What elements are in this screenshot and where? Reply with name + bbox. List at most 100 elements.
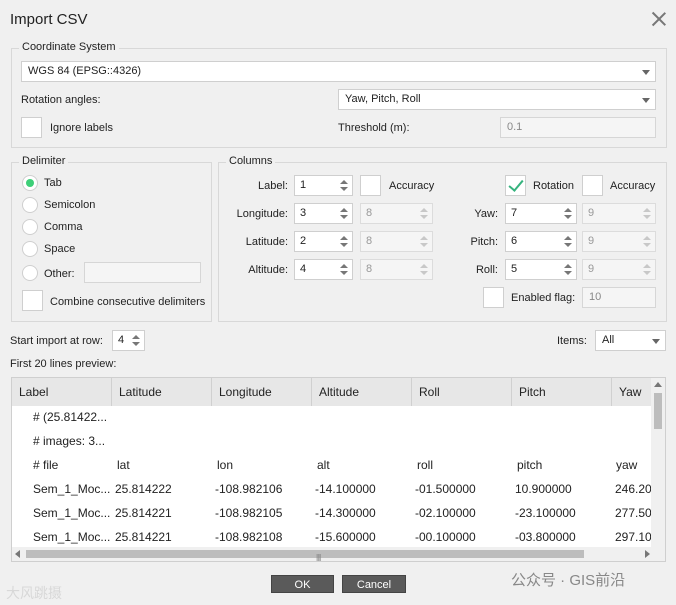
spin-up-icon[interactable] bbox=[340, 264, 348, 268]
table-cell: # images: 3... bbox=[33, 434, 106, 448]
horizontal-scroll-thumb[interactable]: |||| bbox=[26, 550, 584, 561]
delimiter-comma-radio[interactable] bbox=[22, 219, 38, 235]
spin-down-icon[interactable] bbox=[340, 271, 348, 275]
spin-up-icon[interactable] bbox=[132, 335, 140, 339]
enabled-flag-label: Enabled flag: bbox=[511, 292, 576, 304]
horizontal-scrollbar[interactable]: |||| bbox=[12, 547, 653, 561]
preview-table[interactable]: Label Latitude Longitude Altitude Roll P… bbox=[11, 377, 666, 562]
ok-button[interactable]: OK bbox=[271, 575, 334, 593]
items-select[interactable]: All bbox=[595, 330, 666, 351]
accuracy-checkbox-right[interactable] bbox=[582, 175, 603, 196]
column-header-altitude[interactable]: Altitude bbox=[312, 378, 412, 406]
enabled-flag-checkbox[interactable] bbox=[483, 287, 504, 308]
yaw-column-spinbox[interactable]: 7 bbox=[505, 203, 577, 224]
delimiter-semicolon-radio[interactable] bbox=[22, 197, 38, 213]
spin-up-icon[interactable] bbox=[340, 208, 348, 212]
spin-down-icon[interactable] bbox=[564, 215, 572, 219]
column-header-roll[interactable]: Roll bbox=[412, 378, 512, 406]
items-label: Items: bbox=[557, 335, 587, 347]
rotation-checkbox[interactable] bbox=[505, 175, 526, 196]
yaw-accuracy-value: 9 bbox=[588, 207, 595, 219]
grip-icon: |||| bbox=[316, 553, 321, 562]
table-row[interactable]: Sem_1_Moc... 25.814222 -108.982106 -14.1… bbox=[12, 478, 652, 502]
pitch-column-spinbox[interactable]: 6 bbox=[505, 231, 577, 252]
scroll-left-icon[interactable] bbox=[15, 550, 20, 558]
threshold-field[interactable]: 0.1 bbox=[500, 117, 656, 138]
table-cell: yaw bbox=[616, 458, 638, 472]
delimiter-other-radio[interactable] bbox=[22, 265, 38, 281]
scroll-right-icon[interactable] bbox=[645, 550, 650, 558]
spin-up-icon bbox=[643, 236, 651, 240]
items-value: All bbox=[602, 334, 615, 346]
delimiter-space-label: Space bbox=[44, 243, 76, 255]
table-cell: Sem_1_Moc... bbox=[33, 506, 111, 520]
longitude-column-spinbox[interactable]: 3 bbox=[294, 203, 353, 224]
spin-up-icon[interactable] bbox=[340, 236, 348, 240]
column-header-yaw[interactable]: Yaw bbox=[612, 378, 652, 406]
cancel-button[interactable]: Cancel bbox=[342, 575, 406, 593]
table-row[interactable]: # file lat lon alt roll pitch yaw bbox=[12, 454, 652, 478]
longitude-accuracy-value: 8 bbox=[366, 207, 373, 219]
delimiter-tab-radio[interactable] bbox=[22, 175, 38, 191]
scroll-up-icon[interactable] bbox=[654, 382, 662, 387]
spin-down-icon[interactable] bbox=[564, 243, 572, 247]
ignore-labels-checkbox[interactable] bbox=[21, 117, 42, 138]
spin-up-icon[interactable] bbox=[564, 208, 572, 212]
column-header-label[interactable]: Label bbox=[12, 378, 112, 406]
spin-down-icon bbox=[643, 215, 651, 219]
column-header-longitude[interactable]: Longitude bbox=[212, 378, 312, 406]
spin-up-icon bbox=[420, 236, 428, 240]
rotation-angles-select[interactable]: Yaw, Pitch, Roll bbox=[338, 89, 656, 110]
pitch-column-value: 6 bbox=[511, 235, 518, 247]
altitude-column-value: 4 bbox=[300, 263, 307, 275]
roll-column-spinbox[interactable]: 5 bbox=[505, 259, 577, 280]
table-row[interactable]: # images: 3... bbox=[12, 430, 652, 454]
spin-up-icon[interactable] bbox=[340, 180, 348, 184]
spin-down-icon[interactable] bbox=[340, 243, 348, 247]
column-header-latitude[interactable]: Latitude bbox=[112, 378, 212, 406]
spin-down-icon[interactable] bbox=[340, 215, 348, 219]
combine-delimiters-checkbox[interactable] bbox=[22, 290, 43, 311]
spin-down-icon bbox=[420, 271, 428, 275]
pitch-column-label: Pitch: bbox=[470, 236, 498, 248]
table-cell: roll bbox=[417, 458, 434, 472]
table-cell: 277.500 bbox=[615, 506, 652, 520]
altitude-accuracy-spinbox[interactable]: 8 bbox=[360, 259, 433, 280]
label-column-spinbox[interactable]: 1 bbox=[294, 175, 353, 196]
spin-down-icon[interactable] bbox=[132, 342, 140, 346]
yaw-column-label: Yaw: bbox=[474, 208, 498, 220]
table-cell: # (25.81422... bbox=[33, 410, 108, 424]
start-row-spinbox[interactable]: 4 bbox=[112, 330, 145, 351]
enabled-flag-field[interactable]: 10 bbox=[582, 287, 656, 308]
rotation-angles-label: Rotation angles: bbox=[21, 94, 101, 106]
delimiter-other-field[interactable] bbox=[84, 262, 201, 283]
spin-up-icon[interactable] bbox=[564, 236, 572, 240]
spin-up-icon[interactable] bbox=[564, 264, 572, 268]
table-cell: lat bbox=[117, 458, 130, 472]
delimiter-space-radio[interactable] bbox=[22, 241, 38, 257]
vertical-scroll-thumb[interactable] bbox=[654, 393, 662, 429]
latitude-column-spinbox[interactable]: 2 bbox=[294, 231, 353, 252]
spin-up-icon bbox=[420, 264, 428, 268]
column-header-pitch[interactable]: Pitch bbox=[512, 378, 612, 406]
pitch-accuracy-spinbox[interactable]: 9 bbox=[582, 231, 656, 252]
table-cell: 25.814221 bbox=[115, 530, 172, 544]
table-row[interactable]: Sem_1_Moc... 25.814221 -108.982105 -14.3… bbox=[12, 502, 652, 526]
coordinate-system-select[interactable]: WGS 84 (EPSG::4326) bbox=[21, 61, 656, 82]
roll-accuracy-spinbox[interactable]: 9 bbox=[582, 259, 656, 280]
latitude-column-label: Latitude: bbox=[245, 236, 288, 248]
yaw-accuracy-spinbox[interactable]: 9 bbox=[582, 203, 656, 224]
vertical-scrollbar[interactable] bbox=[651, 378, 665, 548]
table-row[interactable]: # (25.81422... bbox=[12, 406, 652, 430]
close-icon[interactable] bbox=[650, 10, 668, 28]
table-cell: -15.600000 bbox=[315, 530, 376, 544]
accuracy-checkbox-left[interactable] bbox=[360, 175, 381, 196]
watermark-right: 公众号 · GIS前沿 bbox=[511, 572, 626, 589]
spin-down-icon[interactable] bbox=[340, 187, 348, 191]
longitude-accuracy-spinbox[interactable]: 8 bbox=[360, 203, 433, 224]
spin-down-icon[interactable] bbox=[564, 271, 572, 275]
latitude-accuracy-spinbox[interactable]: 8 bbox=[360, 231, 433, 252]
dialog-title: Import CSV bbox=[10, 11, 88, 28]
table-cell: # file bbox=[33, 458, 59, 472]
altitude-column-spinbox[interactable]: 4 bbox=[294, 259, 353, 280]
